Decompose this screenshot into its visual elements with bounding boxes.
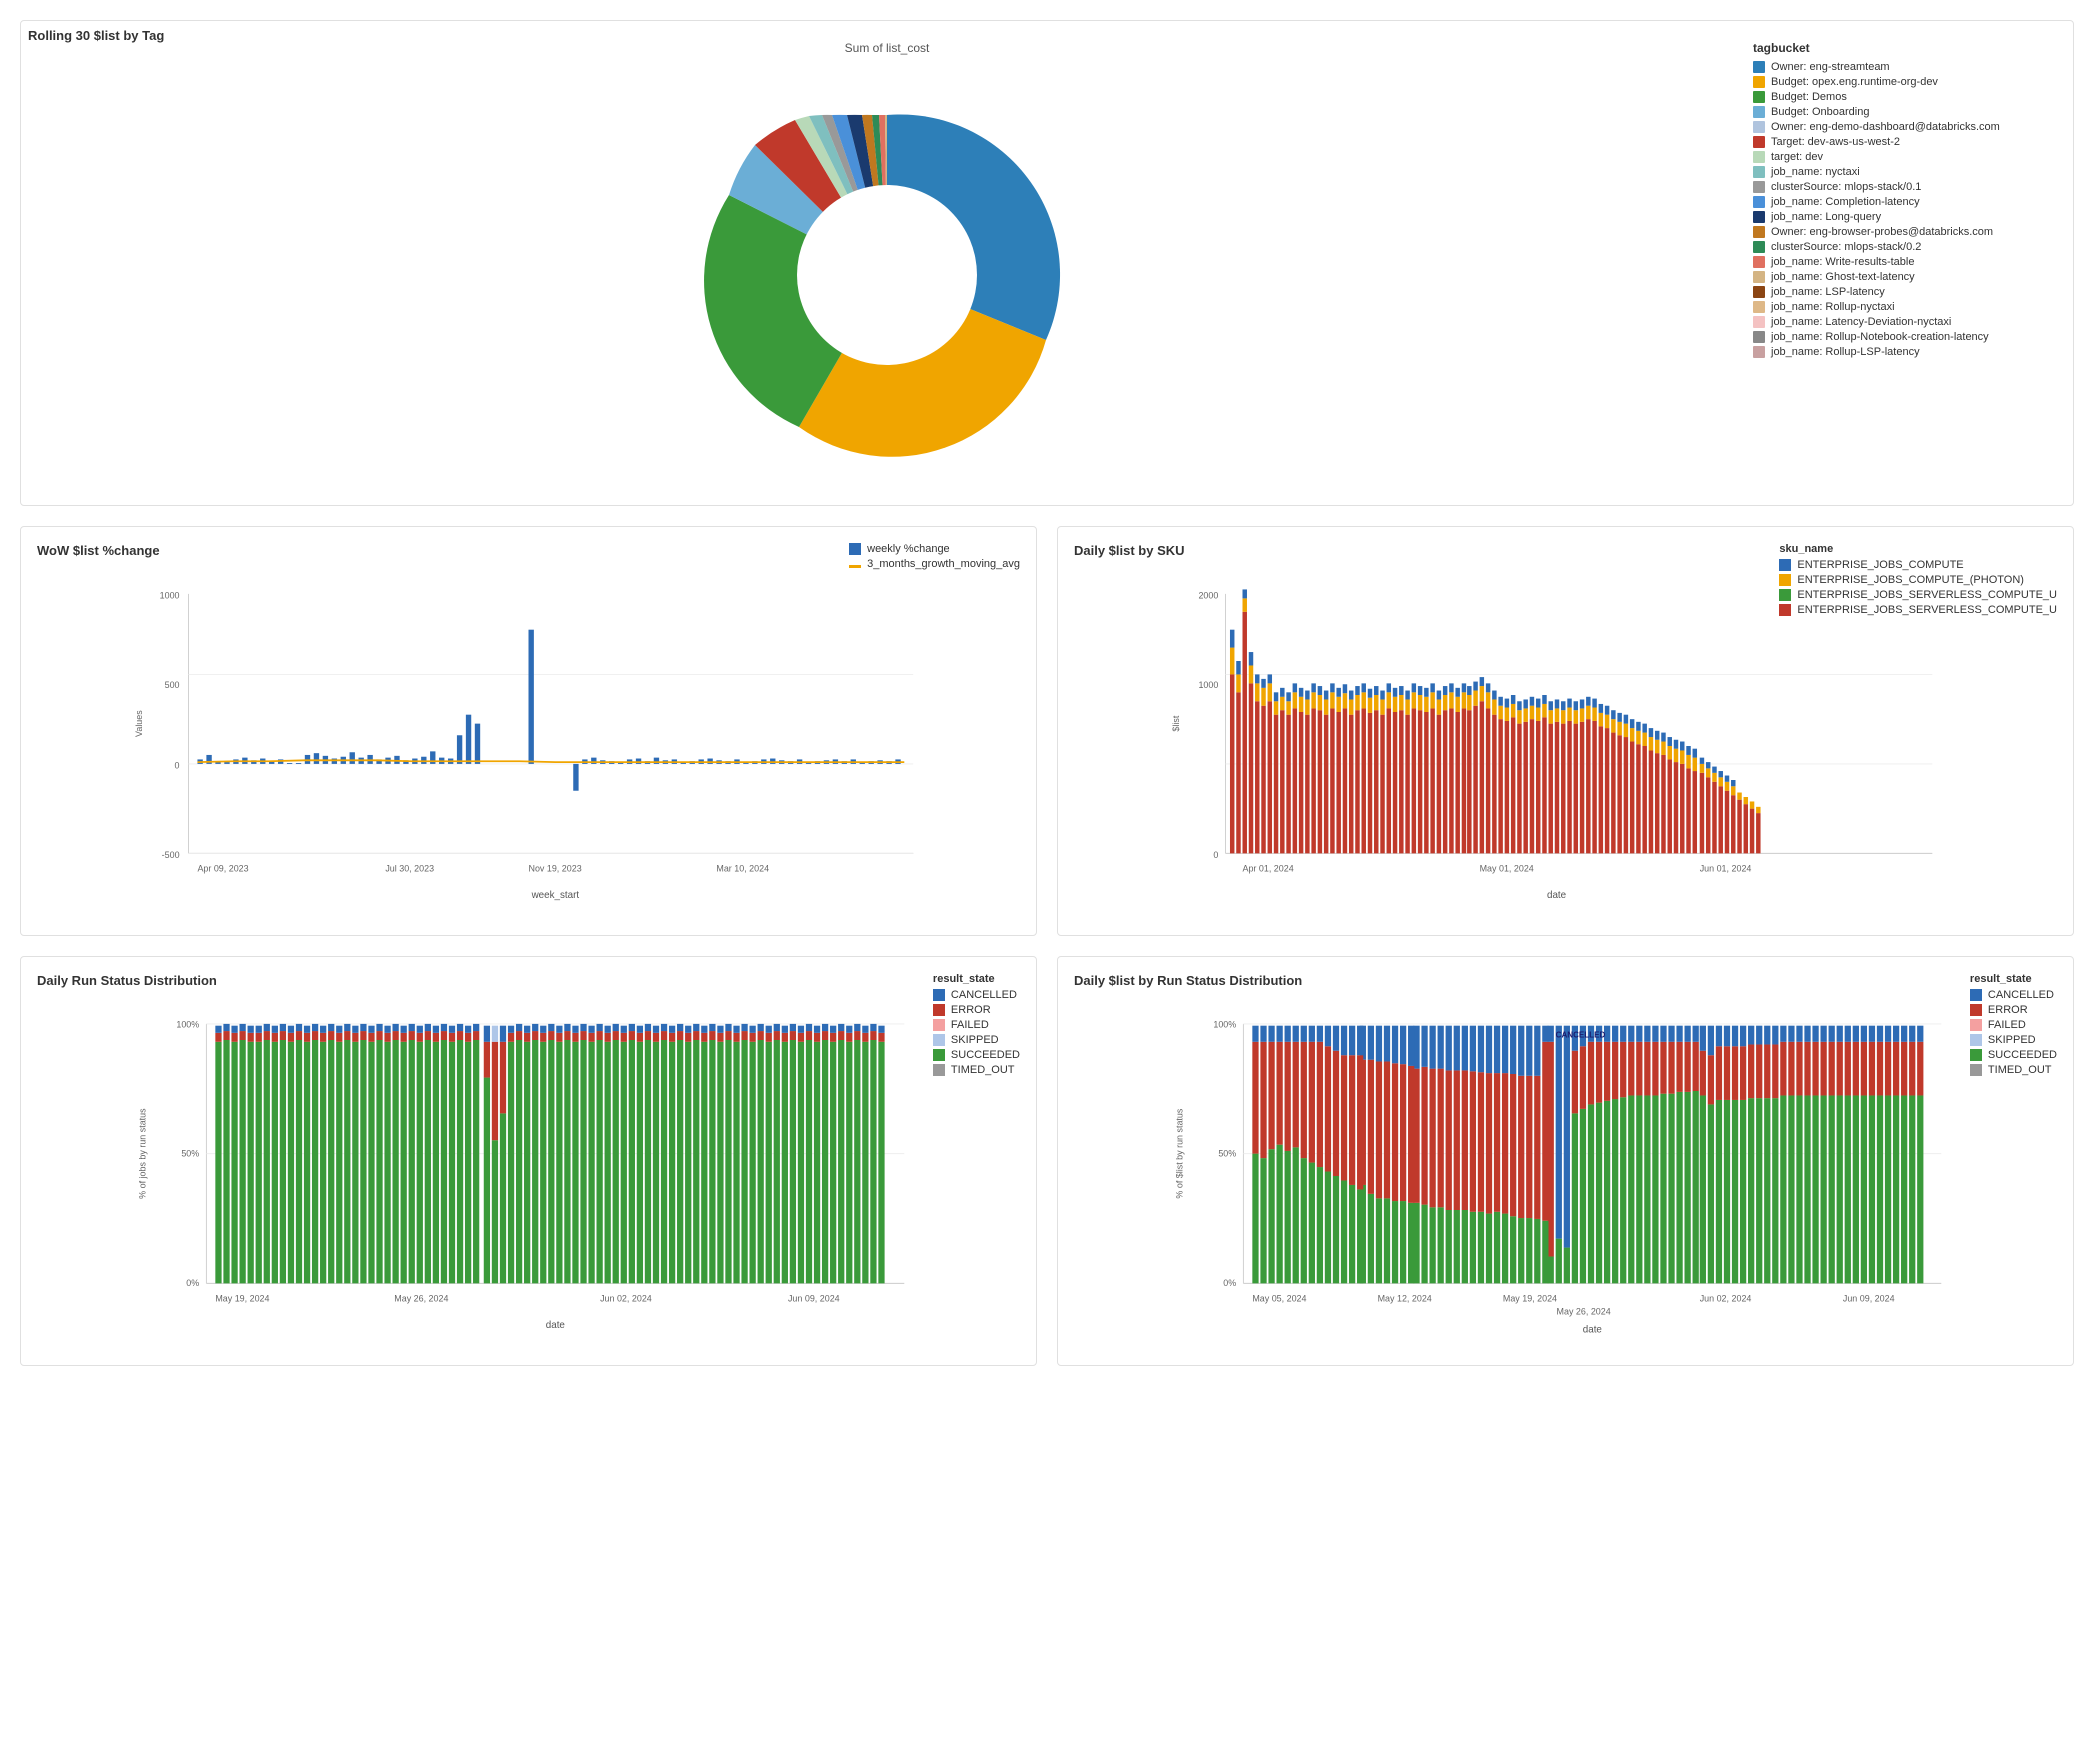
list-run-legend-items-1: ERROR [1970,1004,2057,1016]
svg-text:Jun 02, 2024: Jun 02, 2024 [600,1293,652,1303]
legend-item-9: job_name: Completion-latency [1753,196,2053,208]
sku-legend-1: ENTERPRISE_JOBS_COMPUTE_(PHOTON) [1779,574,2057,586]
svg-text:Values: Values [134,710,144,737]
legend-item-2: Budget: Demos [1753,91,2053,103]
svg-text:0: 0 [1213,850,1218,860]
svg-text:Mar 10, 2024: Mar 10, 2024 [716,863,769,873]
svg-text:Jun 09, 2024: Jun 09, 2024 [1843,1293,1895,1303]
list-run-legend-items-5: TIMED_OUT [1970,1064,2057,1076]
sku-legend-2: ENTERPRISE_JOBS_SERVERLESS_COMPUTE_U [1779,589,2057,601]
wow-panel: WoW $list %change weekly %change 3_month… [20,526,1037,936]
list-run-legend-items-3: SKIPPED [1970,1034,2057,1046]
run-legend-items-5: TIMED_OUT [933,1064,1020,1076]
svg-text:May 12, 2024: May 12, 2024 [1378,1293,1432,1303]
svg-text:100%: 100% [176,1019,199,1029]
legend-item-10: job_name: Long-query [1753,211,2053,223]
legend-item-16: job_name: Rollup-nyctaxi [1753,301,2053,313]
svg-text:$list: $list [1171,715,1181,731]
donut-legend: tagbucket Owner: eng-streamteam Budget: o… [1733,41,2053,485]
legend-title: tagbucket [1753,41,2053,55]
list-run-legend-items-4: SUCCEEDED [1970,1049,2057,1061]
legend-item-13: job_name: Write-results-table [1753,256,2053,268]
legend-item-18: job_name: Rollup-Notebook-creation-laten… [1753,331,2053,343]
legend-item-19: job_name: Rollup-LSP-latency [1753,346,2053,358]
svg-text:date: date [546,1320,566,1331]
donut-container: Sum of list_cost [41,41,1733,485]
rolling-30-section: Rolling 30 $list by Tag Sum of list_cost [20,20,2074,506]
donut-subtitle: Sum of list_cost [845,41,930,55]
legend-item-17: job_name: Latency-Deviation-nyctaxi [1753,316,2053,328]
legend-item-3: Budget: Onboarding [1753,106,2053,118]
svg-text:50%: 50% [1218,1148,1236,1158]
legend-item-7: job_name: nyctaxi [1753,166,2053,178]
svg-text:May 26, 2024: May 26, 2024 [1557,1307,1611,1317]
daily-run-title: Daily Run Status Distribution [37,973,1020,988]
run-legend-items-2: FAILED [933,1019,1020,1031]
run-legend-items-1: ERROR [933,1004,1020,1016]
svg-text:100%: 100% [1213,1019,1236,1029]
svg-text:date: date [1583,1325,1603,1336]
svg-text:May 01, 2024: May 01, 2024 [1480,863,1534,873]
rolling-title: Rolling 30 $list by Tag [28,28,164,43]
svg-text:0%: 0% [186,1278,199,1288]
svg-text:500: 500 [165,680,180,690]
svg-text:% of $list by run status: % of $list by run status [1175,1108,1185,1198]
legend-item-11: Owner: eng-browser-probes@databricks.com [1753,226,2053,238]
list-run-legend-title: result_state [1970,973,2057,985]
daily-run-panel: Daily Run Status Distribution result_sta… [20,956,1037,1366]
svg-text:May 19, 2024: May 19, 2024 [215,1293,269,1303]
svg-text:% of jobs by run status: % of jobs by run status [138,1108,148,1199]
daily-list-run-panel: Daily $list by Run Status Distribution r… [1057,956,2074,1366]
svg-text:1000: 1000 [1198,680,1218,690]
list-run-legend-items-2: FAILED [1970,1019,2057,1031]
wow-legend-1: weekly %change [867,543,950,555]
bottom-section: Daily Run Status Distribution result_sta… [20,956,2074,1366]
svg-text:Jun 09, 2024: Jun 09, 2024 [788,1293,840,1303]
wow-legend-2: 3_months_growth_moving_avg [867,558,1020,570]
legend-item-15: job_name: LSP-latency [1753,286,2053,298]
svg-text:May 05, 2024: May 05, 2024 [1252,1293,1306,1303]
svg-text:May 19, 2024: May 19, 2024 [1503,1293,1557,1303]
middle-section: WoW $list %change weekly %change 3_month… [20,526,2074,936]
sku-legend-title: sku_name [1779,543,2057,555]
svg-text:date: date [1547,890,1567,901]
legend-item-12: clusterSource: mlops-stack/0.2 [1753,241,2053,253]
svg-text:1000: 1000 [160,590,180,600]
svg-text:0%: 0% [1223,1278,1236,1288]
svg-text:50%: 50% [181,1148,199,1158]
legend-item-0: Owner: eng-streamteam [1753,61,2053,73]
daily-sku-panel: Daily $list by SKU sku_name ENTERPRISE_J… [1057,526,2074,936]
legend-item-14: job_name: Ghost-text-latency [1753,271,2053,283]
svg-text:May 26, 2024: May 26, 2024 [394,1293,448,1303]
svg-text:Jun 01, 2024: Jun 01, 2024 [1700,863,1752,873]
svg-text:CANCELLED: CANCELLED [1556,1030,1606,1039]
svg-text:Nov 19, 2023: Nov 19, 2023 [529,863,582,873]
run-legend-items-3: SKIPPED [933,1034,1020,1046]
run-legend-items-4: SUCCEEDED [933,1049,1020,1061]
svg-text:Jul 30, 2023: Jul 30, 2023 [385,863,434,873]
legend-item-6: target: dev [1753,151,2053,163]
donut-chart [647,65,1127,485]
run-legend-items-0: CANCELLED [933,989,1020,1001]
list-run-legend-items-0: CANCELLED [1970,989,2057,1001]
svg-text:-500: -500 [162,850,180,860]
legend-item-8: clusterSource: mlops-stack/0.1 [1753,181,2053,193]
svg-text:0: 0 [175,760,180,770]
legend-item-4: Owner: eng-demo-dashboard@databricks.com [1753,121,2053,133]
svg-text:Jun 02, 2024: Jun 02, 2024 [1700,1293,1752,1303]
svg-text:week_start: week_start [531,890,580,901]
svg-text:Apr 09, 2023: Apr 09, 2023 [197,863,248,873]
svg-text:Apr 01, 2024: Apr 01, 2024 [1243,863,1294,873]
sku-legend-3: ENTERPRISE_JOBS_SERVERLESS_COMPUTE_U [1779,604,2057,616]
svg-text:2000: 2000 [1198,590,1218,600]
sku-legend-0: ENTERPRISE_JOBS_COMPUTE [1779,559,2057,571]
daily-list-run-title: Daily $list by Run Status Distribution [1074,973,2057,988]
legend-item-1: Budget: opex.eng.runtime-org-dev [1753,76,2053,88]
run-legend-title: result_state [933,973,1020,985]
legend-item-5: Target: dev-aws-us-west-2 [1753,136,2053,148]
